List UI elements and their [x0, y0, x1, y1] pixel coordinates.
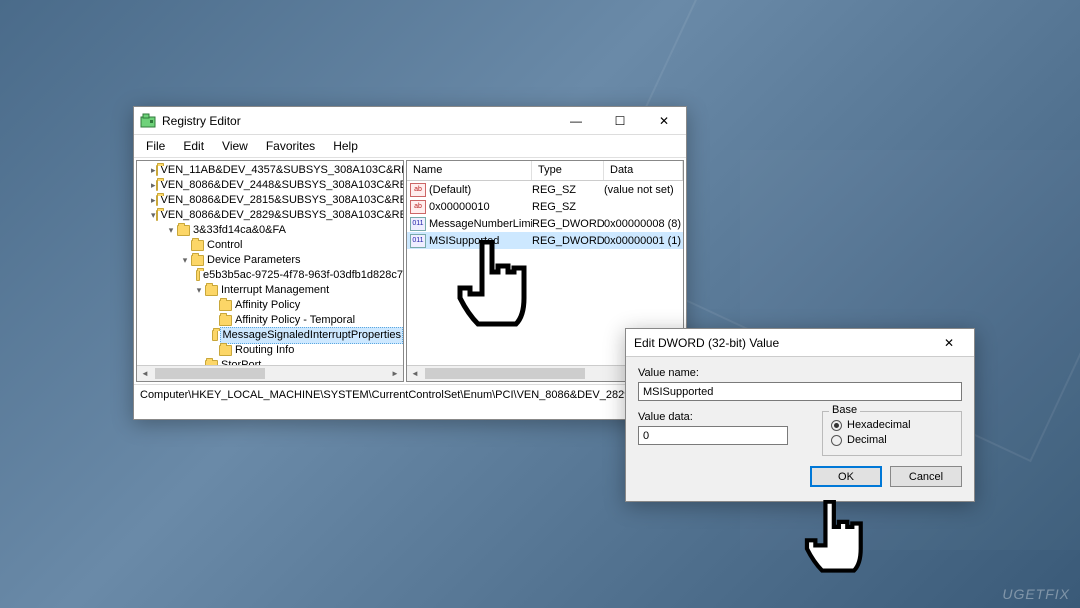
tree-scrollbar[interactable]: ◄► [137, 365, 403, 381]
radio-label: Decimal [847, 434, 887, 446]
dword-value-icon: 011 [410, 217, 426, 231]
edit-dword-dialog: Edit DWORD (32-bit) Value ✕ Value name: … [625, 328, 975, 502]
minimize-button[interactable]: — [554, 107, 598, 135]
cancel-button[interactable]: Cancel [890, 466, 962, 487]
radio-icon [831, 435, 842, 446]
maximize-button[interactable]: ☐ [598, 107, 642, 135]
value-data-label: Value data: [638, 411, 812, 423]
radio-label: Hexadecimal [847, 419, 911, 431]
titlebar[interactable]: Registry Editor — ☐ ✕ [134, 107, 686, 135]
folder-icon [156, 180, 158, 191]
value-row[interactable]: ab 0x00000010 REG_SZ [407, 198, 683, 215]
folder-icon [196, 270, 200, 281]
dword-value-icon: 011 [410, 234, 426, 248]
tree-node[interactable]: ▾VEN_8086&DEV_2829&SUBSYS_308A103C&REV_0… [139, 208, 403, 223]
folder-icon [156, 165, 158, 176]
tree-node[interactable]: e5b3b5ac-9725-4f78-963f-03dfb1d828c7 [139, 268, 403, 283]
tree-node[interactable]: ▾Interrupt Management [139, 283, 403, 298]
dialog-close-button[interactable]: ✕ [932, 331, 966, 355]
dialog-title: Edit DWORD (32-bit) Value [634, 336, 932, 350]
folder-icon [177, 225, 190, 236]
value-data-input[interactable] [638, 426, 788, 445]
col-type[interactable]: Type [532, 161, 604, 180]
tree-node[interactable]: Control [139, 238, 403, 253]
radio-decimal[interactable]: Decimal [831, 434, 953, 446]
close-button[interactable]: ✕ [642, 107, 686, 135]
tree-node[interactable]: ▸VEN_11AB&DEV_4357&SUBSYS_308A103C&REV_1… [139, 163, 403, 178]
tree-node[interactable]: ▸VEN_8086&DEV_2815&SUBSYS_308A103C&REV_0… [139, 193, 403, 208]
value-row[interactable]: ab (Default) REG_SZ (value not set) [407, 181, 683, 198]
menubar: File Edit View Favorites Help [134, 135, 686, 158]
radio-icon [831, 420, 842, 431]
folder-icon [191, 255, 204, 266]
values-list: ab (Default) REG_SZ (value not set) ab 0… [407, 181, 683, 249]
folder-icon [219, 345, 232, 356]
base-group: Base Hexadecimal Decimal [822, 411, 962, 456]
col-data[interactable]: Data [604, 161, 683, 180]
registry-editor-window: Registry Editor — ☐ ✕ File Edit View Fav… [133, 106, 687, 420]
string-value-icon: ab [410, 200, 426, 214]
tree-node[interactable]: Routing Info [139, 343, 403, 358]
radio-hexadecimal[interactable]: Hexadecimal [831, 419, 953, 431]
menu-help[interactable]: Help [325, 137, 366, 155]
value-name-label: Value name: [638, 367, 962, 379]
menu-view[interactable]: View [214, 137, 256, 155]
tree-node[interactable]: ▾Device Parameters [139, 253, 403, 268]
folder-icon [219, 300, 232, 311]
tree-node[interactable]: Affinity Policy - Temporal [139, 313, 403, 328]
base-legend: Base [829, 404, 860, 416]
watermark: UGETFIX [1002, 586, 1070, 602]
value-row-selected[interactable]: 011 MSISupported REG_DWORD 0x00000001 (1… [407, 232, 683, 249]
folder-icon [212, 330, 219, 341]
value-name-input[interactable] [638, 382, 962, 401]
value-row[interactable]: 011 MessageNumberLimit REG_DWORD 0x00000… [407, 215, 683, 232]
folder-icon [156, 195, 158, 206]
columns-header[interactable]: Name Type Data [407, 161, 683, 181]
folder-icon [191, 240, 204, 251]
tree-node[interactable]: Affinity Policy [139, 298, 403, 313]
folder-icon [219, 315, 232, 326]
regedit-icon [140, 113, 156, 129]
menu-file[interactable]: File [138, 137, 173, 155]
tree-node[interactable]: MessageSignaledInterruptProperties [139, 328, 403, 343]
window-title: Registry Editor [162, 114, 554, 128]
dialog-titlebar[interactable]: Edit DWORD (32-bit) Value ✕ [626, 329, 974, 357]
menu-edit[interactable]: Edit [175, 137, 212, 155]
string-value-icon: ab [410, 183, 426, 197]
tree-node[interactable]: ▸VEN_8086&DEV_2448&SUBSYS_308A103C&REV_F… [139, 178, 403, 193]
folder-icon [156, 210, 158, 221]
ok-button[interactable]: OK [810, 466, 882, 487]
tree-node-selected: MessageSignaledInterruptProperties [220, 327, 403, 344]
folder-icon [205, 285, 218, 296]
tree-pane[interactable]: ▸VEN_11AB&DEV_4357&SUBSYS_308A103C&REV_1… [136, 160, 404, 382]
menu-favorites[interactable]: Favorites [258, 137, 323, 155]
col-name[interactable]: Name [407, 161, 532, 180]
tree-node[interactable]: ▾3&33fd14ca&0&FA [139, 223, 403, 238]
statusbar-path: Computer\HKEY_LOCAL_MACHINE\SYSTEM\Curre… [134, 384, 686, 405]
